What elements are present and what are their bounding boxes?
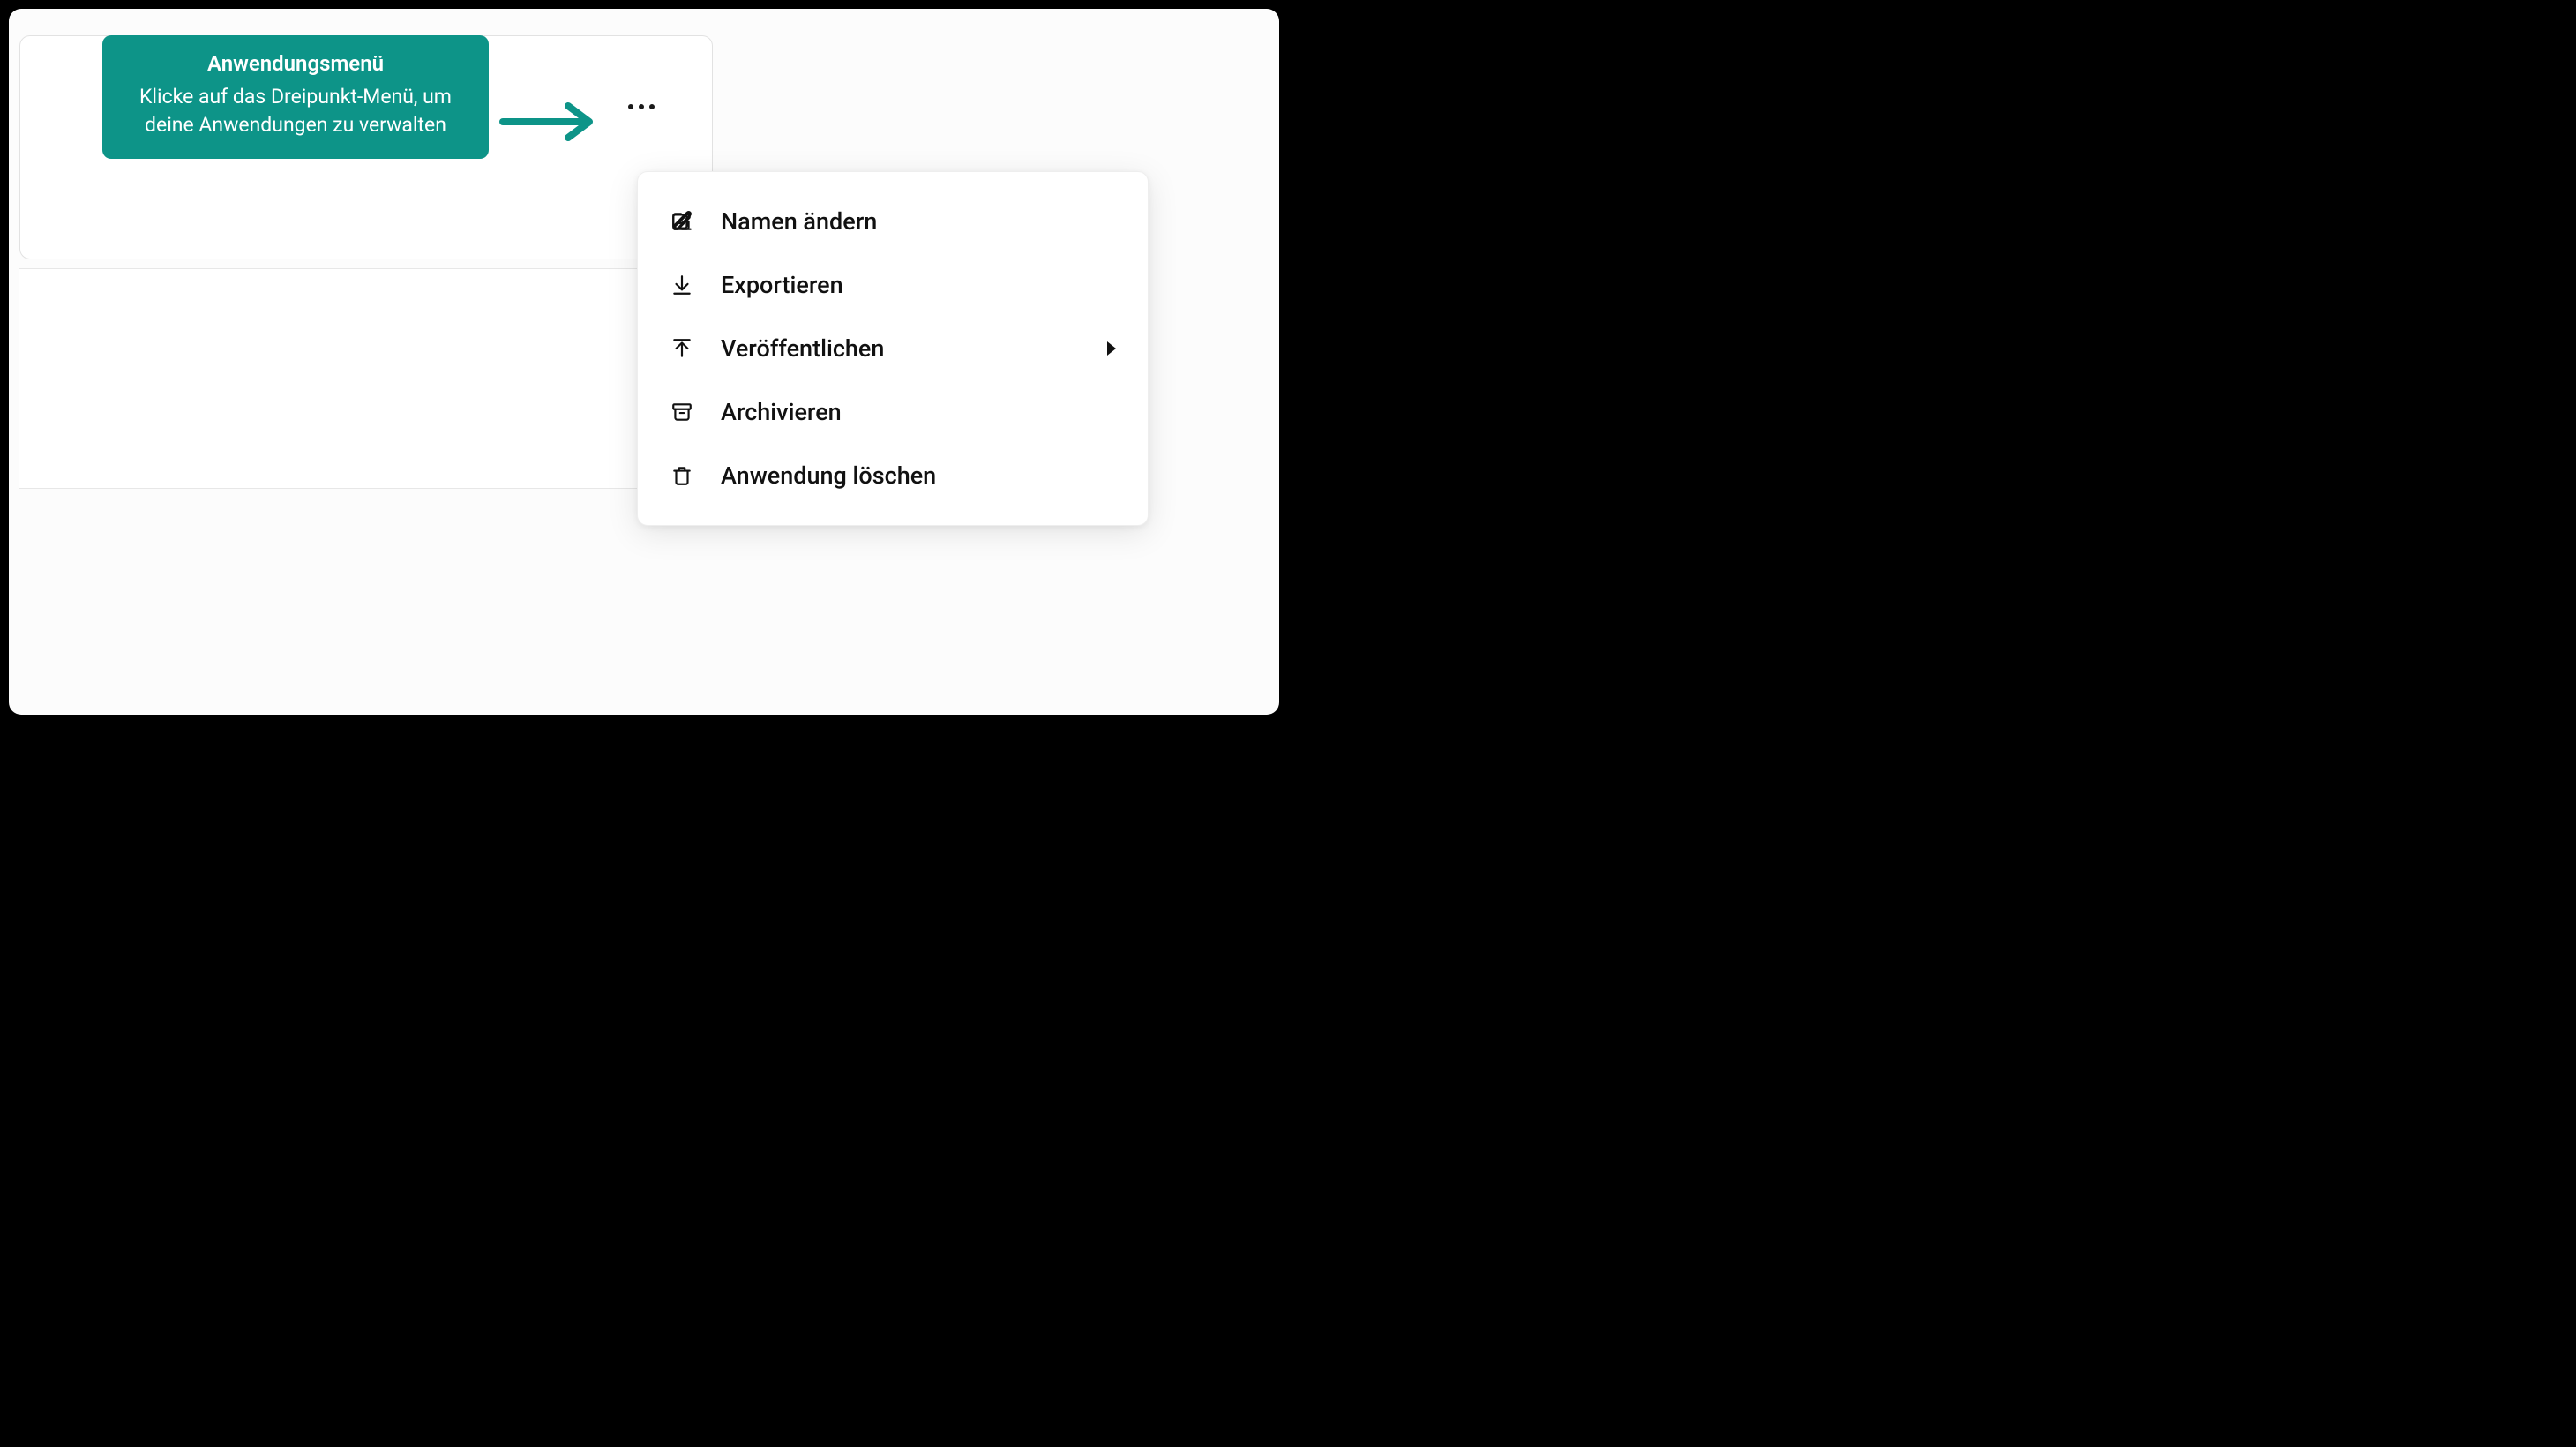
- more-button[interactable]: [628, 104, 655, 109]
- menu-item-archive[interactable]: Archivieren: [638, 380, 1148, 444]
- tooltip-body: Klicke auf das Dreipunkt-Menü, um deine …: [127, 83, 464, 139]
- menu-item-label: Namen ändern: [721, 207, 877, 236]
- trash-icon: [670, 463, 694, 488]
- upload-icon: [670, 336, 694, 361]
- edit-icon: [670, 209, 694, 234]
- menu-item-label: Veröffentlichen: [721, 334, 884, 363]
- canvas: Anwendungsmenü Klicke auf das Dreipunkt-…: [0, 0, 1288, 724]
- tooltip: Anwendungsmenü Klicke auf das Dreipunkt-…: [102, 35, 489, 159]
- application-row: [19, 268, 713, 489]
- menu-item-label: Anwendung löschen: [721, 461, 936, 490]
- menu-item-publish[interactable]: Veröffentlichen: [638, 317, 1148, 380]
- tooltip-title: Anwendungsmenü: [127, 51, 464, 76]
- menu-item-label: Archivieren: [721, 398, 842, 426]
- menu-item-rename[interactable]: Namen ändern: [638, 190, 1148, 253]
- menu-item-export[interactable]: Exportieren: [638, 253, 1148, 317]
- download-icon: [670, 273, 694, 297]
- main-panel: Anwendungsmenü Klicke auf das Dreipunkt-…: [9, 9, 1279, 715]
- context-menu: Namen ändern Exportieren: [637, 171, 1149, 526]
- archive-icon: [670, 400, 694, 424]
- menu-item-delete[interactable]: Anwendung löschen: [638, 444, 1148, 507]
- more-dots-icon: [628, 104, 633, 109]
- tooltip-arrow-icon: [499, 101, 596, 146]
- menu-item-label: Exportieren: [721, 271, 843, 299]
- chevron-right-icon: [1107, 341, 1116, 356]
